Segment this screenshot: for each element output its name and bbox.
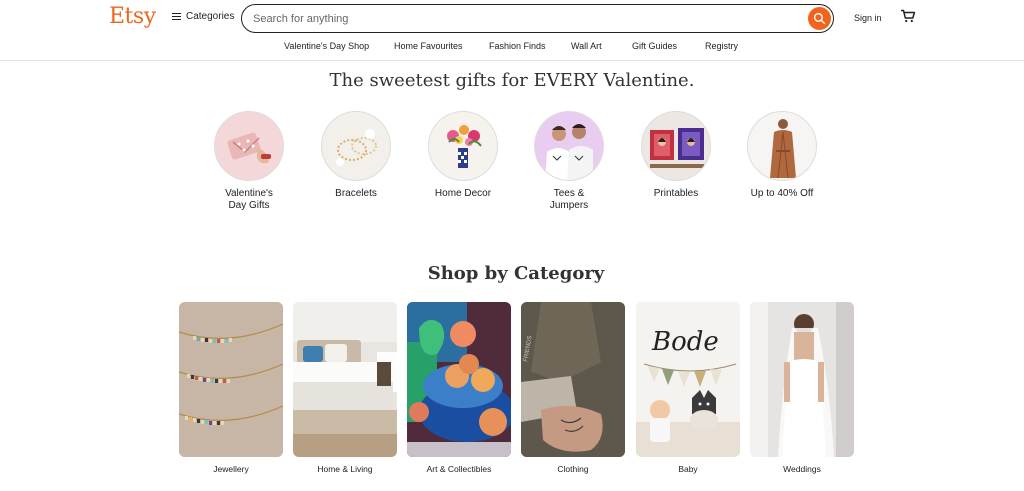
- home-decor-image: [428, 111, 498, 181]
- baby-sign-text: Bode: [651, 327, 719, 357]
- category-jewellery[interactable]: Jewellery: [179, 302, 283, 474]
- category-label: Art & Collectibles: [426, 464, 492, 474]
- nav-home-favourites[interactable]: Home Favourites: [394, 41, 463, 51]
- art-collectibles-image: [407, 302, 511, 457]
- nav-registry[interactable]: Registry: [705, 41, 738, 51]
- circle-tees-jumpers[interactable]: Tees & Jumpers: [524, 111, 614, 212]
- category-label: Jewellery: [213, 464, 249, 474]
- search-input[interactable]: [253, 11, 793, 26]
- menu-icon: [172, 13, 181, 20]
- category-weddings[interactable]: Weddings: [750, 302, 854, 474]
- circle-label: Home Decor: [434, 188, 492, 199]
- home-living-image: [293, 302, 397, 457]
- cart-button[interactable]: [900, 9, 916, 23]
- category-label: Baby: [678, 464, 698, 474]
- sale-image: [747, 111, 817, 181]
- category-label: Clothing: [557, 464, 589, 474]
- tees-jumpers-image: [534, 111, 604, 181]
- category-heading: Shop by Category: [427, 263, 605, 284]
- circle-bracelets[interactable]: Bracelets: [311, 111, 401, 200]
- cart-icon: [901, 9, 916, 23]
- valentine-gifts-image: [214, 111, 284, 181]
- category-clothing[interactable]: FRIENDS Clothing: [521, 302, 625, 474]
- weddings-image: [750, 302, 854, 457]
- site-header: Etsy Categories Sign in Valentine's Day …: [0, 0, 1024, 61]
- category-art-collectibles[interactable]: Art & Collectibles: [407, 302, 511, 474]
- search-bar: [241, 4, 834, 33]
- circle-printables[interactable]: Printables: [631, 111, 721, 200]
- bracelets-image: [321, 111, 391, 181]
- nav-fashion-finds[interactable]: Fashion Finds: [489, 41, 546, 51]
- jewellery-image: [179, 302, 283, 457]
- categories-label: Categories: [186, 11, 235, 22]
- category-label: Home & Living: [317, 464, 373, 474]
- sign-in-link[interactable]: Sign in: [854, 13, 882, 23]
- valentine-heading: The sweetest gifts for EVERY Valentine.: [329, 70, 695, 91]
- circle-label: Valentine's Day Gifts: [225, 188, 273, 211]
- category-label: Weddings: [783, 464, 821, 474]
- circle-valentines-day-gifts[interactable]: Valentine's Day Gifts: [204, 111, 294, 212]
- clothing-image: FRIENDS: [521, 302, 625, 457]
- printables-image: [641, 111, 711, 181]
- circle-up-to-40-off[interactable]: Up to 40% Off: [737, 111, 827, 200]
- circle-label: Bracelets: [335, 188, 377, 199]
- circle-label: Up to 40% Off: [750, 188, 814, 199]
- nav-wall-art[interactable]: Wall Art: [571, 41, 602, 51]
- category-home-living[interactable]: Home & Living: [293, 302, 397, 474]
- categories-button[interactable]: Categories: [172, 11, 234, 22]
- baby-image: Bode: [636, 302, 740, 457]
- nav-gift-guides[interactable]: Gift Guides: [632, 41, 677, 51]
- circle-label: Tees & Jumpers: [549, 188, 589, 211]
- search-button[interactable]: [808, 7, 831, 30]
- circle-label: Printables: [653, 188, 699, 199]
- etsy-logo[interactable]: Etsy: [109, 4, 156, 29]
- search-icon: [813, 12, 826, 25]
- nav-valentines-day-shop[interactable]: Valentine's Day Shop: [284, 41, 369, 51]
- circle-home-decor[interactable]: Home Decor: [418, 111, 508, 200]
- category-baby[interactable]: Bode Baby: [636, 302, 740, 474]
